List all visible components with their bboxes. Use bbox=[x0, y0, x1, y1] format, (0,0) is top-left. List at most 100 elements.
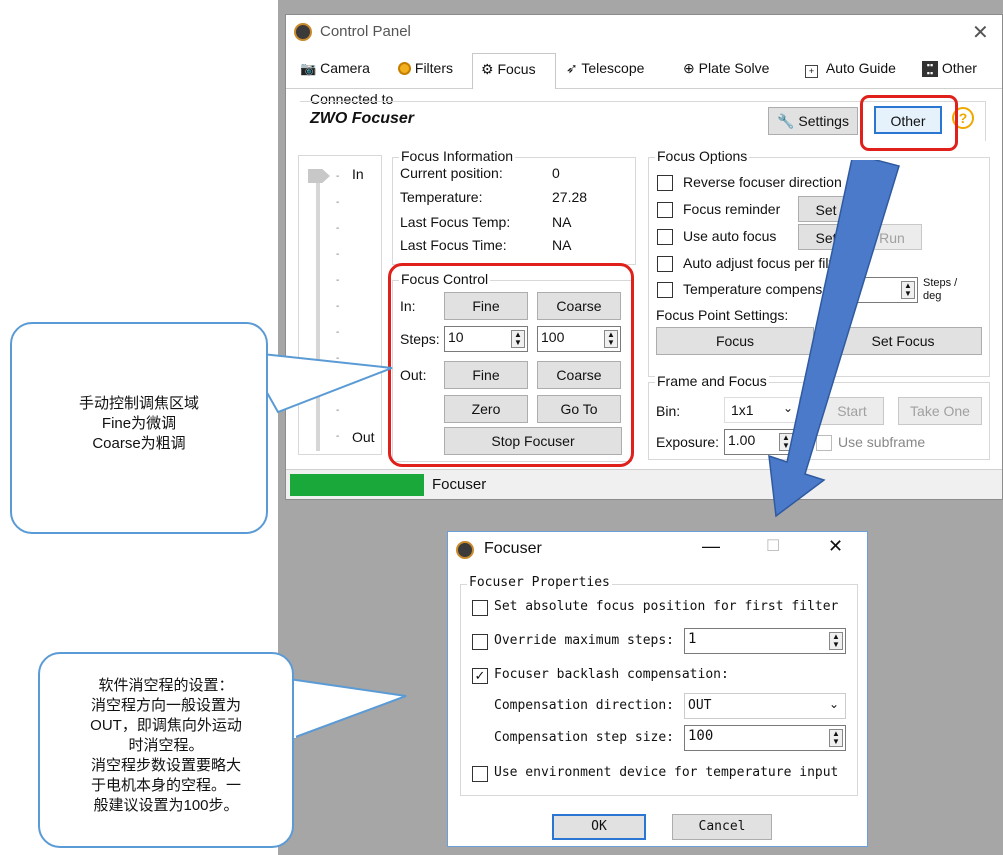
info-value: 27.28 bbox=[552, 189, 588, 205]
tab-plate-solve[interactable]: ⊕ Plate Solve bbox=[683, 60, 769, 77]
maximize-icon: ☐ bbox=[766, 538, 781, 555]
tab-camera-label: Camera bbox=[320, 60, 370, 76]
exposure-value: 1.00 bbox=[728, 432, 756, 448]
title-bar: Control Panel ✕ bbox=[286, 15, 1002, 49]
backlash-checkbox[interactable]: ✓ bbox=[472, 668, 488, 684]
tab-focus[interactable]: ⚙ Focus bbox=[472, 53, 556, 89]
tab-telescope-label: Telescope bbox=[581, 60, 645, 76]
crosshair-icon: + bbox=[805, 65, 818, 78]
aperture-icon bbox=[294, 23, 312, 41]
ok-button[interactable]: OK bbox=[552, 814, 646, 840]
highlight-focus-control bbox=[388, 263, 634, 467]
callout-tail bbox=[278, 676, 407, 744]
slider-tick: - bbox=[336, 197, 340, 208]
comp-step-input[interactable]: 100 ▲ ▼ bbox=[684, 725, 846, 751]
cancel-button[interactable]: Cancel bbox=[672, 814, 772, 840]
backlash-label: Focuser backlash compensation: bbox=[494, 667, 729, 682]
tab-other[interactable]: ▪▪ ▪▪ Other bbox=[922, 60, 977, 78]
set-absolute-checkbox[interactable] bbox=[472, 600, 488, 616]
settings-button-label: Settings bbox=[798, 113, 849, 129]
comp-direction-select[interactable]: OUT ⌄ bbox=[684, 693, 846, 719]
info-label: Current position: bbox=[400, 165, 503, 181]
status-text: Focuser bbox=[432, 476, 487, 493]
focuser-dialog: Focuser — ☐ ✕ Focuser Properties Set abs… bbox=[447, 531, 868, 847]
tab-auto-guide[interactable]: + Auto Guide bbox=[805, 60, 896, 78]
callout-line: 消空程方向一般设置为 bbox=[90, 697, 241, 714]
highlight-other-button bbox=[860, 95, 958, 151]
tab-strip: 📷 Camera Filters ⚙ Focus ➶ Telescope ⊕ P… bbox=[286, 51, 1002, 89]
comp-direction-value: OUT bbox=[688, 698, 712, 713]
pointer-arrow bbox=[768, 160, 900, 518]
tab-plate-solve-label: Plate Solve bbox=[698, 60, 770, 76]
callout-line: OUT，即调焦向外运动 bbox=[90, 717, 242, 734]
tab-telescope[interactable]: ➶ Telescope bbox=[566, 60, 644, 77]
spinner-arrows-icon[interactable]: ▲ ▼ bbox=[829, 729, 843, 747]
camera-icon: 📷 bbox=[300, 61, 317, 76]
callout-line: 于电机本身的空程。一 bbox=[90, 777, 241, 794]
callout-line: 消空程步数设置要略大 bbox=[90, 757, 241, 774]
slider-tick: - bbox=[336, 171, 340, 182]
tab-filters-label: Filters bbox=[414, 60, 454, 76]
callout-line: 般建议设置为100步。 bbox=[93, 797, 239, 814]
use-env-label: Use environment device for temperature i… bbox=[494, 765, 839, 780]
chevron-down-icon: ⌄ bbox=[828, 697, 839, 711]
telescope-icon: ➶ bbox=[566, 60, 578, 76]
callout-backlash: 软件消空程的设置： 消空程方向一般设置为 OUT，即调焦向外运动 时消空程。 消… bbox=[38, 652, 294, 848]
callout-line: 软件消空程的设置： bbox=[98, 677, 234, 694]
focuser-properties-title: Focuser Properties bbox=[467, 575, 612, 590]
auto-focus-checkbox[interactable] bbox=[657, 229, 673, 245]
callout-line: Fine为微调 bbox=[101, 415, 177, 432]
dialog-title: Focuser bbox=[484, 540, 542, 557]
tab-filters[interactable]: Filters bbox=[398, 60, 453, 76]
focus-information-title: Focus Information bbox=[399, 148, 516, 164]
spinner-arrows-icon[interactable]: ▲ ▼ bbox=[829, 632, 843, 650]
focus-options-title: Focus Options bbox=[655, 148, 750, 164]
callout-line: Coarse为粗调 bbox=[92, 435, 186, 452]
focus-reminder-checkbox[interactable] bbox=[657, 202, 673, 218]
override-max-label: Override maximum steps: bbox=[494, 633, 675, 648]
callout-line: 手动控制调焦区域 bbox=[78, 395, 199, 412]
callout-line: 时消空程。 bbox=[128, 737, 204, 754]
override-max-value: 1 bbox=[688, 631, 697, 647]
bin-label: Bin: bbox=[656, 403, 681, 419]
slider-tick: - bbox=[336, 275, 340, 286]
use-env-checkbox[interactable] bbox=[472, 766, 488, 782]
take-one-button[interactable]: Take One bbox=[898, 397, 982, 425]
filter-wheel-icon bbox=[398, 62, 411, 75]
temp-comp-checkbox[interactable] bbox=[657, 282, 673, 298]
tab-focus-label: Focus bbox=[497, 61, 536, 77]
exposure-label: Exposure: bbox=[656, 434, 720, 450]
aperture-icon bbox=[456, 541, 474, 559]
minimize-icon[interactable]: — bbox=[702, 536, 720, 557]
reverse-direction-checkbox[interactable] bbox=[657, 175, 673, 191]
progress-bar bbox=[290, 474, 424, 496]
bin-select-value: 1x1 bbox=[731, 402, 754, 418]
slider-in-label: In bbox=[352, 166, 364, 182]
callout-focus-control: 手动控制调焦区域 Fine为微调 Coarse为粗调 bbox=[10, 322, 268, 534]
info-value: NA bbox=[552, 237, 572, 253]
close-icon[interactable]: ✕ bbox=[828, 536, 843, 557]
info-label: Last Focus Temp: bbox=[400, 214, 511, 230]
tab-auto-guide-label: Auto Guide bbox=[825, 60, 896, 76]
grid-icon: ▪▪ ▪▪ bbox=[922, 61, 938, 78]
override-max-checkbox[interactable] bbox=[472, 634, 488, 650]
wrench-icon: 🔧 bbox=[777, 113, 795, 129]
slider-tick: - bbox=[336, 327, 340, 338]
tab-other-label: Other bbox=[941, 60, 977, 76]
slider-tick: - bbox=[336, 223, 340, 234]
tab-camera[interactable]: 📷 Camera bbox=[300, 60, 370, 77]
comp-direction-label: Compensation direction: bbox=[494, 698, 675, 713]
pointer-arrow-shape bbox=[768, 160, 900, 518]
comp-step-value: 100 bbox=[688, 728, 714, 744]
steps-deg-label: Steps / deg bbox=[923, 277, 958, 302]
comp-step-label: Compensation step size: bbox=[494, 730, 675, 745]
info-label: Temperature: bbox=[400, 189, 483, 205]
globe-icon: ⊕ bbox=[683, 60, 695, 76]
close-icon[interactable]: ✕ bbox=[972, 20, 989, 45]
settings-button[interactable]: 🔧 Settings bbox=[768, 107, 858, 135]
slider-tick: - bbox=[336, 249, 340, 260]
override-max-input[interactable]: 1 ▲ ▼ bbox=[684, 628, 846, 654]
info-label: Last Focus Time: bbox=[400, 237, 507, 253]
auto-adjust-checkbox[interactable] bbox=[657, 256, 673, 272]
set-absolute-label: Set absolute focus position for first fi… bbox=[494, 599, 839, 614]
